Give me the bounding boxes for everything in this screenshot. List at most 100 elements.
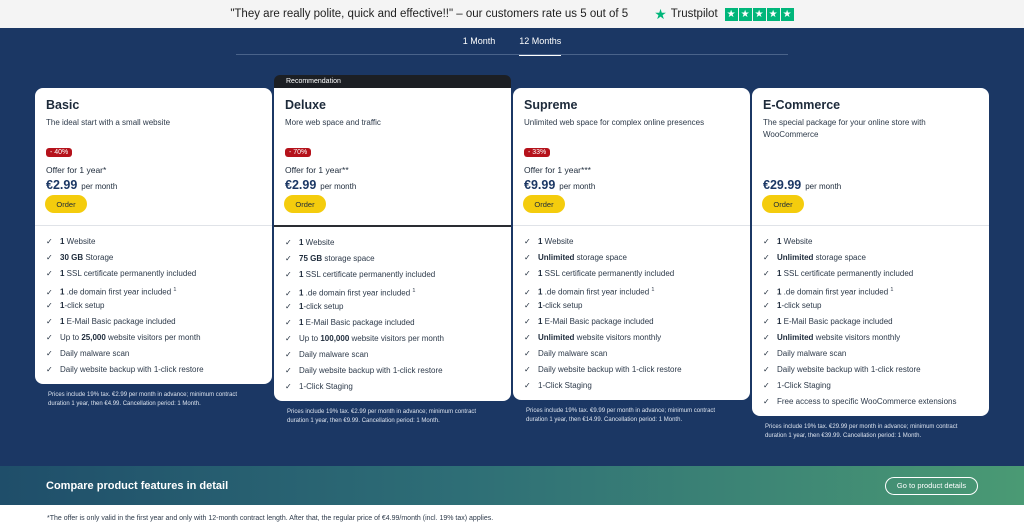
feature-label: E-Mail Basic package included [542, 317, 654, 326]
plan-card: E-Commerce The special package for your o… [752, 88, 989, 416]
check-icon: ✓ [285, 382, 292, 391]
feature-item: ✓ 1 .de domain first year included 1 [763, 282, 979, 298]
feature-label: -click setup [303, 302, 344, 311]
tab-1-month[interactable]: 1 Month [463, 36, 496, 56]
rating-star-icon: ★ [738, 7, 752, 21]
feature-list: ✓ 1 Website ✓ 30 GB Storage ✓ 1 SSL certifica… [35, 226, 272, 384]
check-icon: ✓ [763, 317, 770, 326]
feature-label: Daily malware scan [299, 350, 369, 359]
feature-label: Website [64, 237, 96, 246]
feature-label: SSL certificate permanently included [303, 270, 436, 279]
feature-text: 1 E-Mail Basic package included [60, 314, 176, 330]
check-icon: ✓ [285, 254, 292, 263]
rating-star-icon: ★ [766, 7, 780, 21]
feature-label: Free access to specific WooCommerce exte… [777, 397, 957, 406]
feature-text: 1-Click Staging [538, 378, 592, 394]
feature-item: ✓ Up to 100,000 website visitors per mont… [285, 331, 501, 347]
feature-text: 1 SSL certificate permanently included [299, 267, 435, 283]
feature-highlight: Unlimited [777, 253, 814, 262]
feature-text: Daily malware scan [538, 346, 607, 362]
feature-item: ✓ 1 SSL certificate permanently included [285, 267, 501, 283]
check-icon: ✓ [524, 381, 531, 390]
check-icon: ✓ [285, 270, 292, 279]
check-icon: ✓ [763, 365, 770, 374]
check-icon: ✓ [763, 237, 770, 246]
feature-text: Unlimited website visitors monthly [777, 330, 900, 346]
discount-badge: - 70% [285, 148, 312, 157]
check-icon: ✓ [763, 349, 770, 358]
discount-badge: - 40% [46, 148, 73, 157]
feature-item: ✓ Daily malware scan [285, 347, 501, 363]
tab-12-months[interactable]: 12 Months [519, 36, 562, 56]
feature-label: SSL certificate permanently included [542, 269, 675, 278]
trustpilot-stars: ★ ★ ★ ★ ★ [724, 7, 794, 21]
plan-card: Basic The ideal start with a small websit… [35, 88, 272, 384]
check-icon: ✓ [763, 301, 770, 310]
product-details-button[interactable]: Go to product details [885, 476, 978, 495]
feature-text: 1-click setup [299, 299, 343, 315]
offer-label: Offer for 1 year* [46, 165, 107, 175]
feature-item: ✓ 1 SSL certificate permanently included [46, 266, 262, 282]
trustpilot-name: Trustpilot [670, 8, 718, 20]
plan-name: E-Commerce [763, 98, 841, 112]
plan-name: Supreme [524, 98, 578, 112]
check-icon: ✓ [285, 350, 292, 359]
feature-text: 1 Website [538, 234, 573, 250]
feature-text: 30 GB Storage [60, 250, 113, 266]
footnote-marker: 1 [651, 287, 655, 293]
feature-label: E-Mail Basic package included [64, 317, 176, 326]
order-button[interactable]: Order [523, 195, 565, 213]
offer-label: Offer for 1 year*** [524, 165, 591, 175]
discount-badge: - 33% [524, 148, 551, 157]
feature-text: 1 E-Mail Basic package included [299, 315, 415, 331]
feature-label: website visitors monthly [813, 333, 901, 342]
check-icon: ✓ [524, 333, 531, 342]
feature-label: .de domain first year included [303, 288, 411, 298]
check-icon: ✓ [763, 333, 770, 342]
check-icon: ✓ [285, 366, 292, 375]
feature-text: 1-Click Staging [777, 378, 831, 394]
feature-text: Unlimited storage space [538, 250, 627, 266]
feature-item: ✓ Unlimited website visitors monthly [763, 330, 979, 346]
feature-text: 1 E-Mail Basic package included [777, 314, 893, 330]
feature-text: 1-Click Staging [299, 379, 353, 395]
footnote-marker: 1 [890, 287, 894, 293]
feature-text: 1 SSL certificate permanently included [538, 266, 674, 282]
check-icon: ✓ [46, 269, 53, 278]
feature-label: 1-Click Staging [777, 381, 831, 390]
order-button[interactable]: Order [284, 195, 326, 213]
order-button[interactable]: Order [45, 195, 87, 213]
trustpilot-star-icon: ★ [654, 6, 667, 22]
check-icon: ✓ [46, 365, 53, 374]
feature-text: 1 SSL certificate permanently included [60, 266, 196, 282]
plan-subtitle: The special package for your online stor… [763, 118, 926, 139]
plan-price: €2.99 [46, 178, 78, 192]
price-period: per month [805, 182, 842, 191]
feature-text: 1 Website [299, 235, 334, 251]
feature-text: Up to 25,000 website visitors per month [60, 330, 201, 346]
feature-item: ✓ Daily website backup with 1-click resto… [46, 362, 262, 378]
feature-item: ✓ 30 GB Storage [46, 250, 262, 266]
compare-banner: Compare product features in detail Go to… [0, 466, 1024, 505]
order-button[interactable]: Order [762, 195, 804, 213]
feature-label: Storage [83, 253, 114, 262]
price-row: €29.99 per month [763, 178, 979, 192]
trust-bar: "They are really polite, quick and effec… [0, 0, 1024, 28]
feature-text: 75 GB storage space [299, 251, 375, 267]
feature-label: website visitors monthly [574, 333, 662, 342]
check-icon: ✓ [46, 349, 53, 358]
trustpilot-rating[interactable]: ★ Trustpilot ★ ★ ★ ★ ★ [654, 6, 794, 22]
feature-text: Daily website backup with 1-click restor… [777, 362, 921, 378]
billing-period-tabs: 1 Month 12 Months [0, 36, 1024, 56]
feature-label: website visitors per month [349, 334, 444, 343]
feature-text: Free access to specific WooCommerce exte… [777, 394, 956, 410]
feature-text: Daily website backup with 1-click restor… [299, 363, 443, 379]
price-row: €9.99 per month [524, 178, 740, 192]
plan-header: E-Commerce The special package for your o… [752, 88, 989, 225]
offer-footnote: *The offer is only valid in the first ye… [47, 515, 494, 522]
feature-item: ✓ Daily malware scan [524, 346, 740, 362]
compare-title: Compare product features in detail [46, 479, 229, 492]
plan-price: €2.99 [285, 178, 317, 192]
check-icon: ✓ [285, 302, 292, 311]
customer-quote: "They are really polite, quick and effec… [230, 8, 629, 20]
